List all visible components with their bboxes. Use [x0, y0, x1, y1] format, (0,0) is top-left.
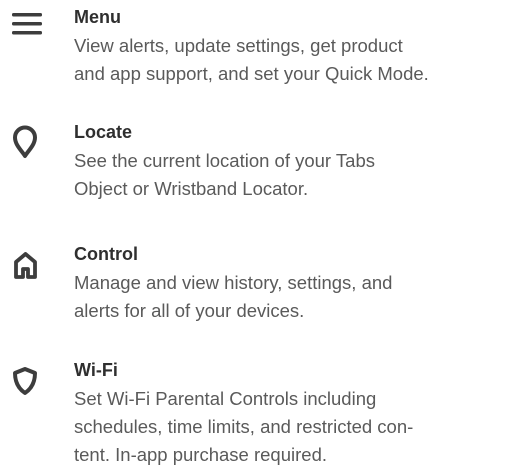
feature-text: Locate See the current location of your …: [74, 121, 519, 203]
feature-description: View alerts, update settings, get produc…: [74, 35, 429, 84]
feature-text: Wi-Fi Set Wi-Fi Parental Controls includ…: [74, 359, 519, 469]
home-icon: [10, 247, 50, 287]
feature-description: Manage and view history, settings, and a…: [74, 272, 393, 321]
feature-title: Locate: [74, 122, 133, 142]
feature-text: Menu View alerts, update settings, get p…: [74, 6, 519, 88]
feature-description: See the current location of your Tabs Ob…: [74, 150, 375, 199]
feature-text: Control Manage and view history, setting…: [74, 243, 519, 325]
feature-title: Wi-Fi: [74, 360, 118, 380]
feature-description: Set Wi-Fi Parental Controls including sc…: [74, 388, 414, 465]
menu-icon: [10, 8, 50, 48]
feature-title: Menu: [74, 7, 121, 27]
shield-icon: [10, 363, 50, 403]
location-pin-icon: [10, 124, 50, 164]
feature-title: Control: [74, 244, 138, 264]
